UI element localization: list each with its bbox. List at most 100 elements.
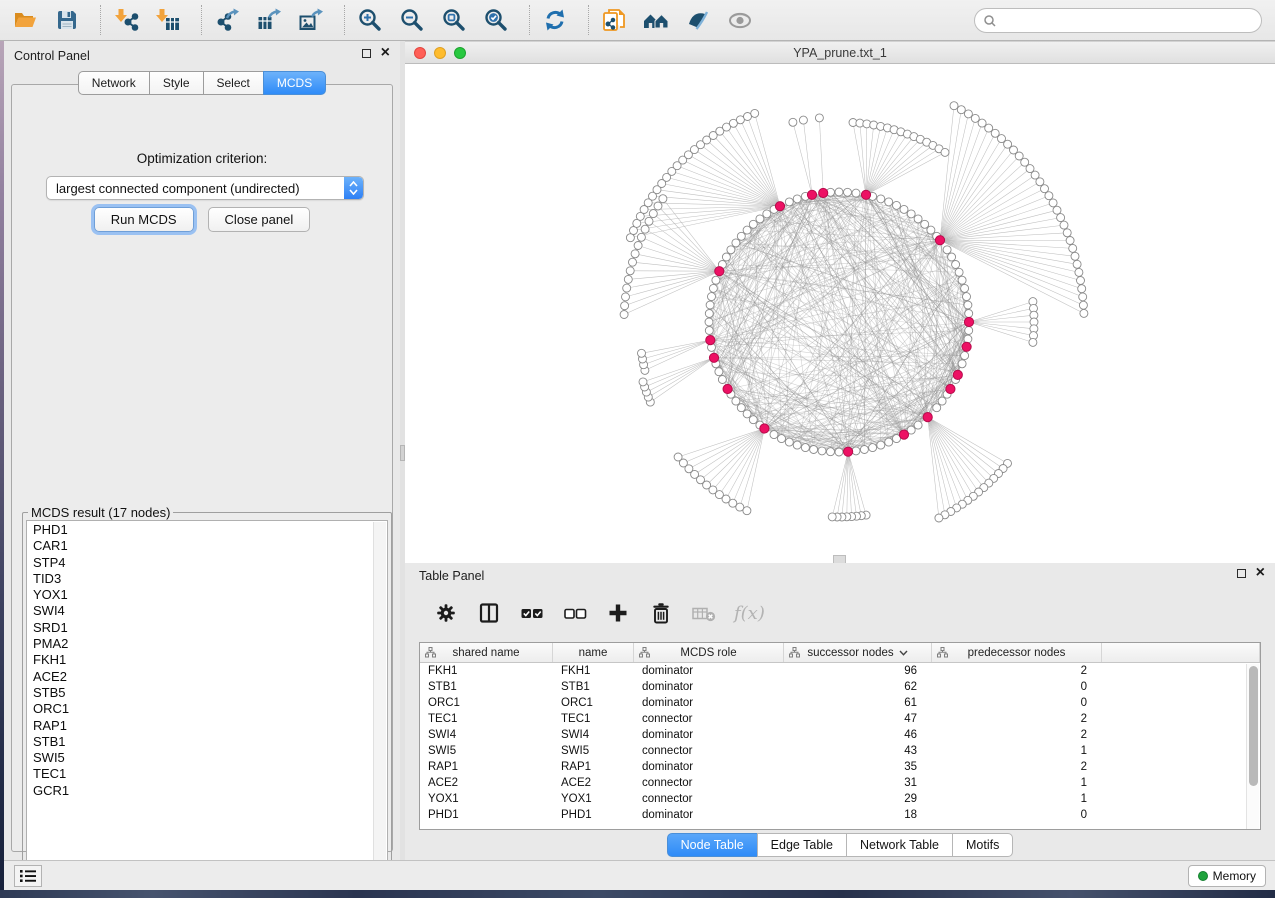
graph-node[interactable] (955, 268, 963, 276)
tab-node-table[interactable]: Node Table (667, 833, 757, 857)
graph-node[interactable] (624, 275, 632, 283)
tab-edge-table[interactable]: Edge Table (757, 833, 846, 857)
zoom-selected-button[interactable] (483, 7, 509, 33)
graph-hub-node[interactable] (775, 202, 784, 211)
graph-node[interactable] (763, 210, 771, 218)
graph-node[interactable] (737, 232, 745, 240)
float-table-panel-icon[interactable] (1237, 569, 1246, 578)
mcds-result-item[interactable]: STB1 (33, 734, 387, 750)
close-panel-button[interactable]: Close panel (208, 207, 311, 232)
close-panel-icon[interactable]: × (381, 48, 390, 58)
table-row[interactable]: SWI5SWI5connector431 (420, 743, 1260, 759)
graph-node[interactable] (705, 310, 713, 318)
graph-node[interactable] (732, 397, 740, 405)
graph-node[interactable] (958, 276, 966, 284)
export-network-button[interactable] (214, 7, 240, 33)
column-header-MCDS-role[interactable]: MCDS role (634, 643, 784, 662)
graph-node[interactable] (706, 301, 714, 309)
graph-node[interactable] (914, 421, 922, 429)
graph-node[interactable] (869, 444, 877, 452)
graph-node[interactable] (645, 217, 653, 225)
graph-node[interactable] (1063, 229, 1071, 237)
graph-node[interactable] (921, 220, 929, 228)
save-session-button[interactable] (54, 7, 80, 33)
mcds-result-item[interactable]: TEC1 (33, 766, 387, 782)
graph-node[interactable] (674, 453, 682, 461)
graph-hub-node[interactable] (723, 384, 732, 393)
graph-node[interactable] (789, 118, 797, 126)
graph-node[interactable] (785, 198, 793, 206)
new-network-from-selection-button[interactable] (601, 7, 627, 33)
graph-node[interactable] (622, 293, 630, 301)
graph-node[interactable] (1029, 338, 1037, 346)
zoom-in-button[interactable] (357, 7, 383, 33)
graph-node[interactable] (620, 311, 628, 319)
search-field[interactable] (974, 8, 1262, 33)
select-all-columns-button[interactable] (519, 600, 545, 626)
horizontal-splitter-handle[interactable] (833, 555, 846, 563)
unselect-all-columns-button[interactable] (562, 600, 588, 626)
graph-node[interactable] (935, 514, 943, 522)
graph-node[interactable] (743, 410, 751, 418)
zoom-out-button[interactable] (399, 7, 425, 33)
graph-node[interactable] (709, 284, 717, 292)
graph-node[interactable] (1080, 309, 1088, 317)
zoom-fit-button[interactable] (441, 7, 467, 33)
graph-node[interactable] (907, 210, 915, 218)
mcds-result-item[interactable]: STB5 (33, 685, 387, 701)
graph-node[interactable] (1066, 237, 1074, 245)
graph-node[interactable] (941, 148, 949, 156)
graph-node[interactable] (621, 302, 629, 310)
show-log-button[interactable] (14, 865, 42, 887)
mcds-result-item[interactable]: STP4 (33, 555, 387, 571)
graph-node[interactable] (785, 438, 793, 446)
export-table-button[interactable] (256, 7, 282, 33)
float-panel-icon[interactable] (362, 49, 371, 58)
show-column-panel-button[interactable] (476, 600, 502, 626)
graph-node[interactable] (828, 513, 836, 521)
mcds-result-item[interactable]: PMA2 (33, 636, 387, 652)
graph-node[interactable] (852, 447, 860, 455)
mcds-result-item[interactable]: GCR1 (33, 783, 387, 799)
graph-node[interactable] (641, 225, 649, 233)
import-network-button[interactable] (113, 7, 139, 33)
table-row[interactable]: TEC1TEC1connector472 (420, 711, 1260, 727)
graph-node[interactable] (727, 246, 735, 254)
graph-node[interactable] (793, 195, 801, 203)
column-header-name[interactable]: name (553, 643, 634, 662)
delete-column-button[interactable] (648, 600, 674, 626)
graph-hub-node[interactable] (935, 236, 944, 245)
graph-node[interactable] (877, 195, 885, 203)
graph-node[interactable] (1041, 185, 1049, 193)
graph-node[interactable] (885, 438, 893, 446)
graph-node[interactable] (835, 448, 843, 456)
graph-hub-node[interactable] (819, 188, 828, 197)
memory-button[interactable]: Memory (1188, 865, 1266, 887)
graph-node[interactable] (778, 435, 786, 443)
style-preview-button[interactable] (685, 7, 711, 33)
graph-node[interactable] (793, 441, 801, 449)
graph-node[interactable] (799, 116, 807, 124)
graph-node[interactable] (705, 318, 713, 326)
column-header-predecessor-nodes[interactable]: predecessor nodes (932, 643, 1102, 662)
graph-node[interactable] (751, 109, 759, 117)
graph-node[interactable] (1057, 214, 1065, 222)
mcds-result-item[interactable]: CAR1 (33, 538, 387, 554)
graph-node[interactable] (1079, 293, 1087, 301)
graph-hub-node[interactable] (899, 430, 908, 439)
table-row[interactable]: FKH1FKH1dominator962 (420, 663, 1260, 679)
graph-node[interactable] (623, 284, 631, 292)
graph-node[interactable] (860, 446, 868, 454)
table-options-button[interactable] (433, 600, 459, 626)
graph-node[interactable] (1069, 244, 1077, 252)
graph-node[interactable] (629, 258, 637, 266)
graph-node[interactable] (712, 276, 720, 284)
graph-node[interactable] (722, 253, 730, 261)
close-table-panel-icon[interactable]: × (1256, 568, 1265, 578)
graph-hub-node[interactable] (709, 353, 718, 362)
graph-node[interactable] (1075, 268, 1083, 276)
mcds-result-item[interactable]: TID3 (33, 571, 387, 587)
network-graph[interactable] (405, 64, 1275, 563)
table-scrollbar-thumb[interactable] (1249, 666, 1258, 786)
graph-node[interactable] (1073, 260, 1081, 268)
